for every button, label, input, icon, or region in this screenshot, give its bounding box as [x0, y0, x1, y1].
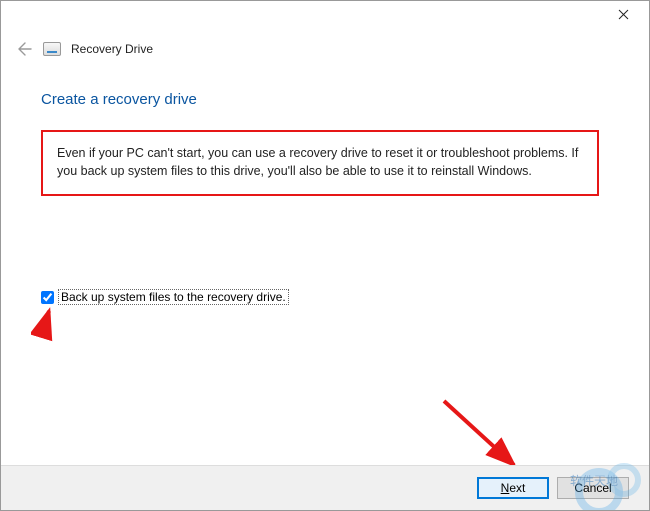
page-heading: Create a recovery drive — [41, 91, 609, 108]
recovery-drive-icon — [43, 42, 61, 56]
content-area: Create a recovery drive Even if your PC … — [1, 61, 649, 196]
description-text: Even if your PC can't start, you can use… — [57, 144, 583, 180]
next-button[interactable]: Next — [477, 477, 549, 499]
back-button[interactable] — [11, 37, 35, 61]
header: Recovery Drive — [1, 31, 649, 61]
backup-checkbox[interactable] — [41, 291, 54, 304]
window-title: Recovery Drive — [71, 42, 153, 56]
back-arrow-icon — [14, 40, 32, 58]
backup-checkbox-label[interactable]: Back up system files to the recovery dri… — [58, 289, 289, 305]
backup-checkbox-row: Back up system files to the recovery dri… — [41, 289, 289, 305]
cancel-button[interactable]: Cancel — [557, 477, 629, 499]
annotation-arrow-checkbox — [31, 303, 71, 343]
titlebar — [1, 1, 649, 31]
close-button[interactable] — [603, 3, 643, 25]
close-icon — [618, 9, 629, 20]
footer: Next Cancel — [1, 466, 649, 510]
description-highlight: Even if your PC can't start, you can use… — [41, 130, 599, 196]
